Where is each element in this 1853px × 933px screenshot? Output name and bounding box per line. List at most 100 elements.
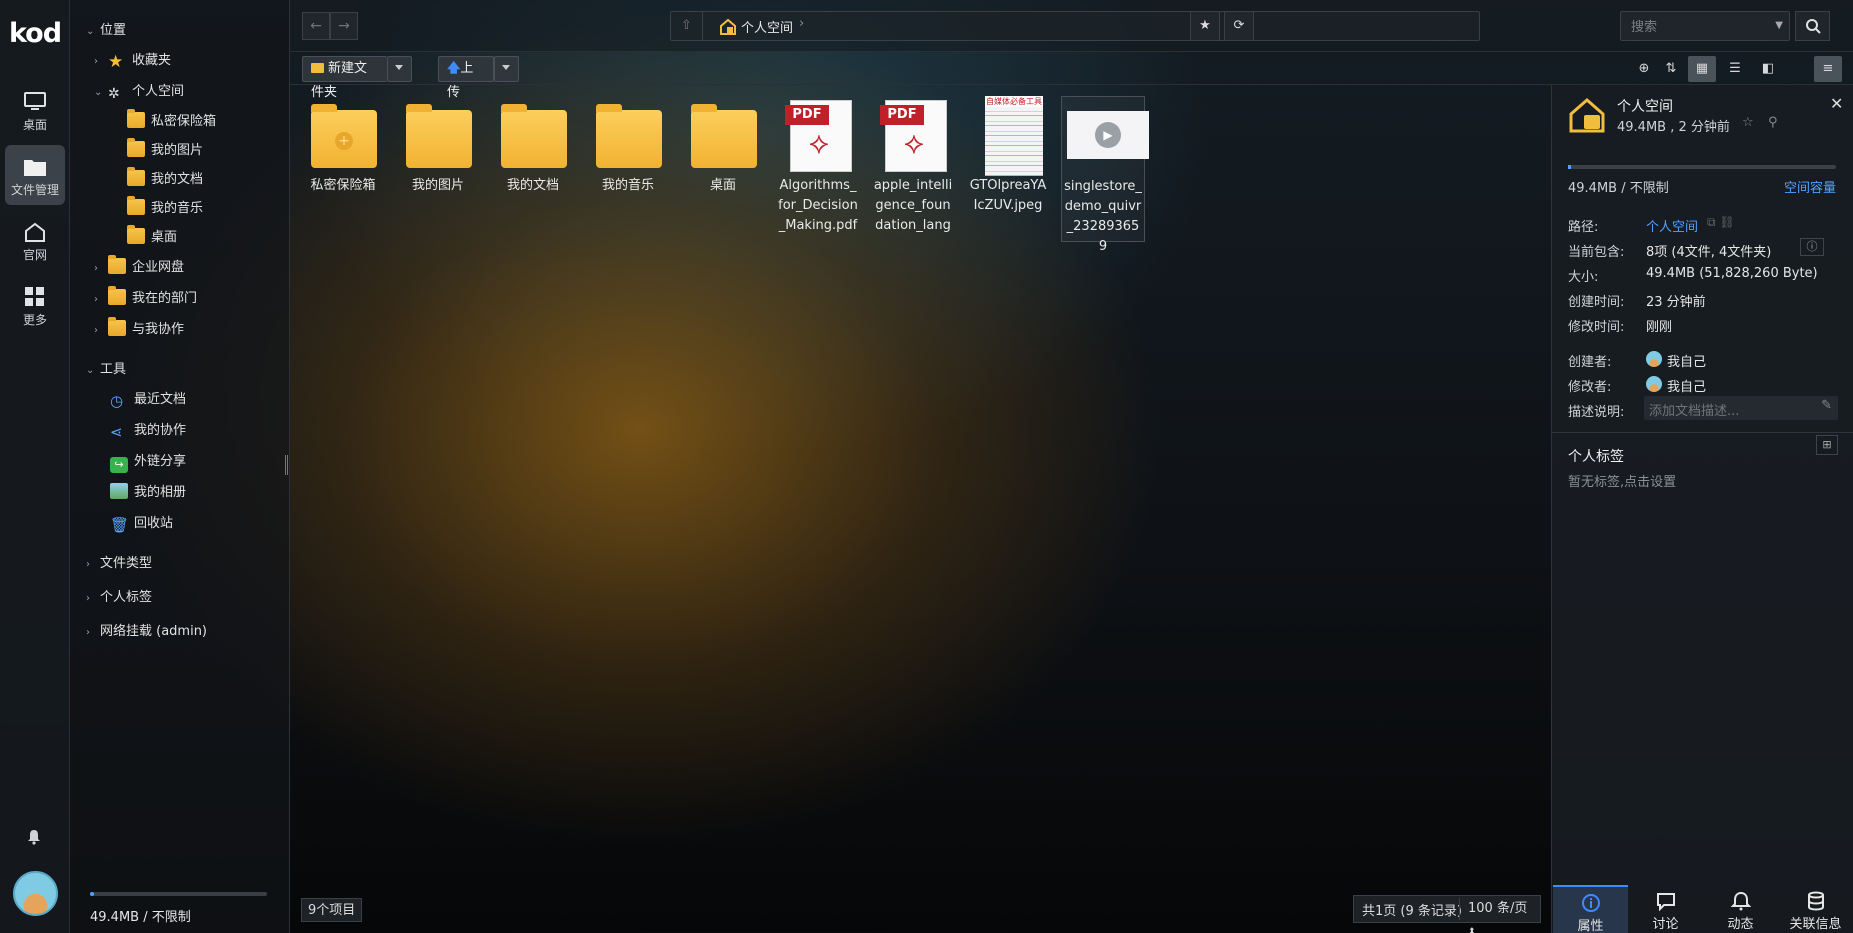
bell-icon [1730,891,1751,911]
sort-arrows-icon: ⬍ [1468,927,1476,933]
pdf-tag: PDF [785,105,829,125]
size-value: 49.4MB (51,828,260 Byte) [1646,266,1818,281]
caret-down-icon[interactable]: ▼ [1775,20,1783,31]
tree-item-personal-space-label: 个人空间 [132,84,185,99]
tree-section-network-mount[interactable]: › 网络挂载 (admin) [86,620,207,644]
bell-icon[interactable] [27,829,41,845]
tree-item-favorites[interactable]: › ★ 收藏夹 [94,49,171,73]
tree-item-my-music[interactable]: 我的音乐 [127,196,203,221]
description-field[interactable]: 添加文档描述... ✎ [1644,396,1838,420]
file-item[interactable]: 自媒体必备工具 GTOlpreaYAIcZUV.jpeg [966,96,1050,216]
tree-item-personal-space[interactable]: ⌄ ✲ 个人空间 [94,80,184,104]
tree-item-department[interactable]: › 我在的部门 [94,286,197,311]
tree-item-enterprise[interactable]: › 企业网盘 [94,255,185,280]
contains-label: 当前包含: [1568,245,1625,260]
new-folder-button[interactable]: 新建文件夹 [302,56,387,100]
icon-view-button[interactable]: ▦ [1688,56,1716,82]
folder-icon [108,286,126,305]
pdf-file-icon: PDF ⟡ [782,96,854,172]
favorite-button[interactable]: ★ [1190,11,1220,41]
tree-tool-recycle[interactable]: 🗑 回收站 [110,512,173,536]
pin-icon[interactable]: ⚲ [1768,115,1778,130]
upload-button[interactable]: 🡅上传 [438,56,494,100]
list-view-button[interactable]: ☰ [1721,56,1749,82]
star-icon[interactable]: ☆ [1742,115,1754,130]
monitor-icon [24,92,46,110]
tree-tool-link-share[interactable]: ↪ 外链分享 [110,450,186,474]
breadcrumb-personal-space[interactable]: 个人空间 [741,17,793,36]
tab-activity[interactable]: 动态 [1703,885,1778,933]
tree-section-personal-tags[interactable]: › 个人标签 [86,586,152,610]
sort-button[interactable]: ⇅ [1657,56,1685,82]
toggle-info-panel-button[interactable]: ≡ [1814,56,1842,82]
video-thumbnail: ▶ [1067,97,1149,173]
tree-item-desktop[interactable]: 桌面 [127,225,177,250]
file-item[interactable]: 我的文档 [491,96,575,196]
zoom-button[interactable]: ⊕ [1630,56,1658,82]
path-label: 路径: [1568,220,1599,235]
folder-tree: ⌄ 位置 › ★ 收藏夹 ⌄ ✲ 个人空间 私密保险箱 我的图片 我的文档 我的音乐 桌面… [70,0,290,933]
panel-resize-handle[interactable] [285,455,288,475]
refresh-icon: ⟳ [1233,18,1245,33]
home-folder-icon [1569,98,1605,133]
tree-item-label: 私密保险箱 [151,114,217,129]
tree-tool-recent[interactable]: ◷ 最近文档 [110,388,186,412]
tree-tool-collab[interactable]: ⋖ 我的协作 [110,419,186,443]
tree-item-shared[interactable]: › 与我协作 [94,317,184,342]
safe-folder-icon: + [307,96,379,172]
add-tag-icon[interactable]: ⊞ [1816,435,1838,455]
tree-item-my-pictures[interactable]: 我的图片 [127,138,203,163]
tree-section-file-types[interactable]: › 文件类型 [86,552,152,576]
file-item[interactable]: 我的图片 [396,96,480,196]
file-item[interactable]: PDF ⟡ Algorithms_for_Decision_Making.pdf [776,96,860,236]
info-icon[interactable]: ⓘ [1800,238,1824,256]
star-icon: ★ [1199,18,1211,33]
space-capacity-link[interactable]: 空间容量 [1784,177,1836,196]
split-view-button[interactable]: ◧ [1754,56,1782,82]
tree-item-my-documents[interactable]: 我的文档 [127,167,203,192]
upload-dropdown-button[interactable] [494,56,519,82]
file-item[interactable]: PDF ⟡ apple_intelligence_foundation_lang [871,96,955,236]
contains-value: 8项 (4文件, 4文件夹) [1646,245,1772,260]
tree-section-tools[interactable]: ⌄ 工具 [86,358,126,382]
tab-discussion[interactable]: 讨论 [1628,885,1703,933]
per-page-select[interactable]: 100 条/页 ⬍ [1459,898,1540,933]
rail-desktop-button[interactable]: 桌面 [5,80,65,140]
folder-icon [497,96,569,172]
up-level-button[interactable]: ⇧ [671,12,703,40]
photo-icon [110,483,128,499]
new-dropdown-button[interactable] [387,56,412,82]
close-icon[interactable]: ✕ [1830,94,1843,113]
search-box[interactable]: ▼ [1620,11,1790,41]
refresh-button[interactable]: ⟳ [1224,11,1254,41]
rail-more-button[interactable]: 更多 [5,275,65,335]
tree-tool-label: 回收站 [134,516,174,531]
tags-empty-text[interactable]: 暂无标签,点击设置 [1568,471,1676,490]
search-input[interactable] [1621,12,1761,40]
copy-icon[interactable]: ⧉ ⛓ [1707,215,1735,230]
forward-button[interactable]: → [330,12,358,40]
tab-properties[interactable]: 属性 [1553,885,1628,933]
tree-tool-album[interactable]: 我的相册 [110,481,186,505]
tree-item-private-safe[interactable]: 私密保险箱 [127,109,217,134]
tree-section-location[interactable]: ⌄ 位置 [86,19,126,43]
user-avatar[interactable] [13,871,58,916]
size-label: 大小: [1568,270,1599,285]
back-button[interactable]: ← [302,12,330,40]
file-name: GTOlpreaYAIcZUV.jpeg [969,178,1047,213]
rail-website-button[interactable]: 官网 [5,210,65,270]
tree-item-label: 企业网盘 [132,260,185,275]
file-toolbar: 新建文件夹 🡅上传 ⊕ ⇅ ▦ ☰ ◧ ≡ [290,52,1853,100]
path-value-link[interactable]: 个人空间 [1646,216,1698,235]
search-button[interactable] [1795,11,1830,41]
description-label: 描述说明: [1568,405,1625,420]
caret-down-icon [395,65,403,70]
created-value: 23 分钟前 [1646,295,1706,310]
tab-related-info[interactable]: 关联信息 [1778,885,1853,933]
file-item[interactable]: 桌面 [681,96,765,196]
rail-file-manager-button[interactable]: 文件管理 [5,145,65,205]
file-item[interactable]: + 私密保险箱 [301,96,385,196]
address-bar[interactable]: ⇧ 个人空间 › [670,11,1480,41]
file-item-selected[interactable]: ▶ singlestore_demo_quivr_232893659 [1061,96,1149,254]
file-item[interactable]: 我的音乐 [586,96,670,196]
